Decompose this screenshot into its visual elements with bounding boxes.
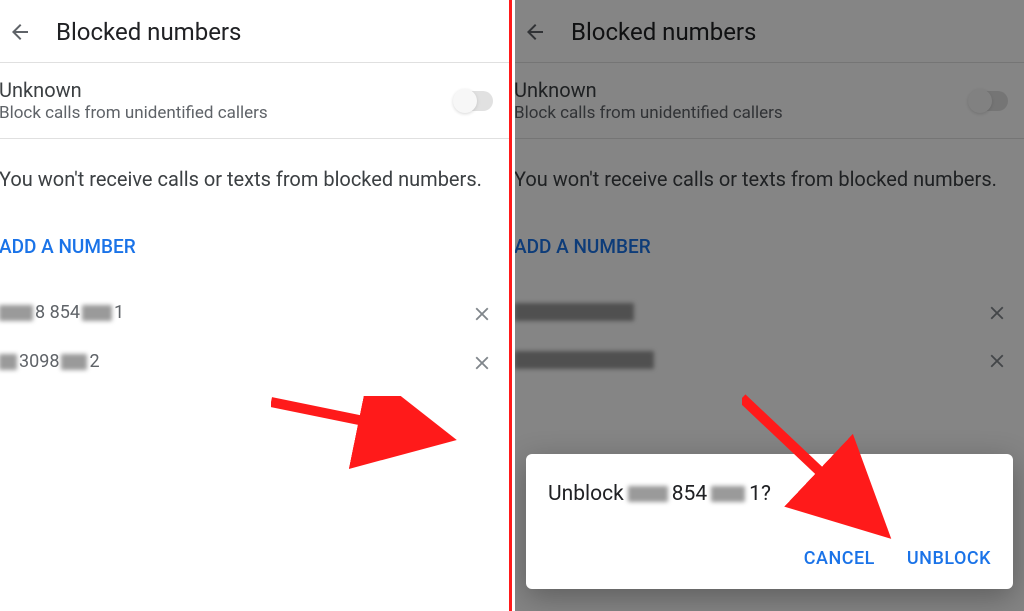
screen-right: Blocked numbers Unknown Block calls from… bbox=[515, 0, 1024, 611]
header: Blocked numbers bbox=[0, 0, 509, 62]
remove-number-icon[interactable] bbox=[471, 303, 491, 323]
info-text: You won't receive calls or texts from bl… bbox=[0, 139, 509, 207]
redacted-icon bbox=[628, 486, 668, 502]
number-row-1: 3098 2 bbox=[0, 337, 509, 386]
setting-unknown[interactable]: Unknown Block calls from unidentified ca… bbox=[0, 63, 509, 138]
number-1: 3098 2 bbox=[0, 351, 471, 372]
redacted-icon bbox=[82, 305, 112, 321]
redacted-icon bbox=[0, 354, 17, 370]
screen-left: Blocked numbers Unknown Block calls from… bbox=[0, 0, 512, 611]
number-row-0: 8 854 1 bbox=[0, 288, 509, 337]
redacted-icon bbox=[61, 354, 87, 370]
setting-unknown-subtitle: Block calls from unidentified callers bbox=[0, 103, 455, 123]
toggle-unknown[interactable] bbox=[455, 91, 493, 111]
setting-text: Unknown Block calls from unidentified ca… bbox=[0, 78, 455, 123]
cancel-button[interactable]: CANCEL bbox=[804, 548, 875, 569]
remove-number-icon[interactable] bbox=[471, 352, 491, 372]
setting-unknown-title: Unknown bbox=[0, 78, 455, 102]
back-icon[interactable] bbox=[8, 20, 32, 44]
unblock-button[interactable]: UNBLOCK bbox=[907, 548, 991, 569]
redacted-icon bbox=[711, 486, 745, 502]
page-title: Blocked numbers bbox=[56, 18, 241, 46]
redacted-icon bbox=[0, 305, 33, 321]
add-number-button[interactable]: ADD A NUMBER bbox=[0, 207, 509, 288]
number-0: 8 854 1 bbox=[0, 302, 471, 323]
dialog-actions: CANCEL UNBLOCK bbox=[548, 548, 991, 569]
dialog-message: Unblock 854 1? bbox=[548, 482, 991, 506]
unblock-dialog: Unblock 854 1? CANCEL UNBLOCK bbox=[526, 454, 1013, 589]
